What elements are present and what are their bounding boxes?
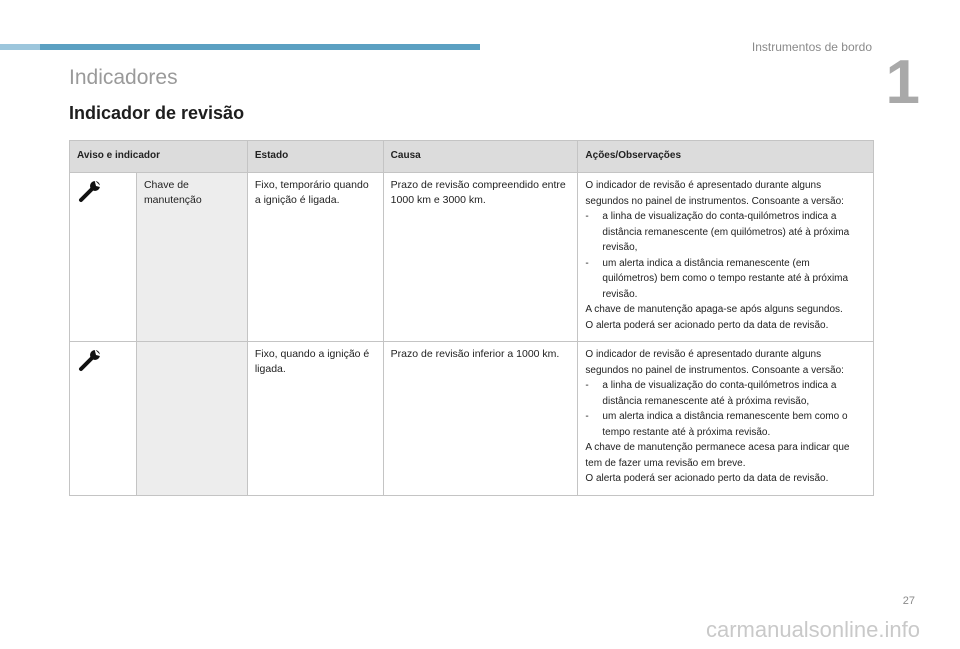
- notes-after: A chave de manutenção permanece acesa pa…: [585, 442, 850, 469]
- chapter-title: Instrumentos de bordo: [751, 40, 872, 54]
- notes-bullet: - um alerta indica a distância remanescen…: [585, 256, 866, 303]
- column-header-causa: Causa: [382, 140, 579, 173]
- indicator-table: Aviso e indicador Estado Causa Ações/Obs…: [69, 140, 874, 496]
- notes-bullet-text: um alerta indica a distância remanescent…: [602, 411, 848, 438]
- notes-bullet: -a linha de visualização do conta-quilóm…: [585, 378, 866, 409]
- icon-cell: [69, 341, 137, 496]
- notes-bullet: -a linha de visualização do conta-quilóm…: [585, 209, 866, 256]
- chapter-number: 1: [885, 48, 920, 117]
- notes-bullet-text: a linha de visualização do conta-quilóme…: [602, 211, 850, 253]
- column-header-aviso: Aviso e indicador: [69, 140, 248, 173]
- icon-cell: [69, 172, 137, 342]
- notes-after: O alerta poderá ser acionado perto da da…: [585, 319, 829, 331]
- indicator-notes: O indicador de revisão é apresentado dur…: [577, 341, 874, 496]
- indicator-name: [135, 341, 248, 496]
- notes-bullet: - um alerta indica a distância remanescen…: [585, 409, 866, 440]
- table-row: Fixo, quando a ignição é ligada. Prazo d…: [69, 341, 874, 496]
- notes-intro: O indicador de revisão é apresentado dur…: [585, 349, 844, 376]
- indicator-cause: Prazo de revisão compreendido entre 1000…: [382, 172, 579, 342]
- indicator-name: Chave de manutenção: [135, 172, 248, 342]
- header-accent-bar: [0, 44, 480, 50]
- notes-bullet-text: um alerta indica a distância remanescent…: [602, 257, 849, 300]
- header-accent-bar-light: [0, 44, 40, 50]
- indicator-cause: Prazo de revisão inferior a 1000 km.: [382, 341, 579, 496]
- indicator-state: Fixo, temporário quando a ignição é liga…: [246, 172, 384, 342]
- watermark: carmanualsonline.info: [705, 617, 920, 642]
- column-header-acoes: Ações/Observações: [577, 140, 874, 173]
- notes-after: O alerta poderá ser acionado perto da da…: [585, 473, 829, 484]
- notes-after: A chave de manutenção apaga-se após algu…: [585, 304, 843, 315]
- indicator-state: Fixo, quando a ignição é ligada.: [246, 341, 384, 496]
- notes-bullet-text: a linha de visualização do conta-quilóme…: [602, 380, 837, 407]
- section-title: Indicadores: [69, 66, 178, 89]
- page-number: 27: [902, 595, 915, 607]
- wrench-icon: [77, 178, 103, 204]
- table-row: Chave de manutenção Fixo, temporário qua…: [69, 172, 874, 342]
- indicator-notes: O indicador de revisão é apresentado dur…: [577, 172, 874, 342]
- wrench-icon: [77, 347, 103, 373]
- table-header-row: Aviso e indicador Estado Causa Ações/Obs…: [69, 140, 874, 173]
- page-heading: Indicador de revisão: [69, 103, 245, 123]
- column-header-estado: Estado: [246, 140, 384, 173]
- notes-intro: O indicador de revisão é apresentado dur…: [585, 180, 844, 207]
